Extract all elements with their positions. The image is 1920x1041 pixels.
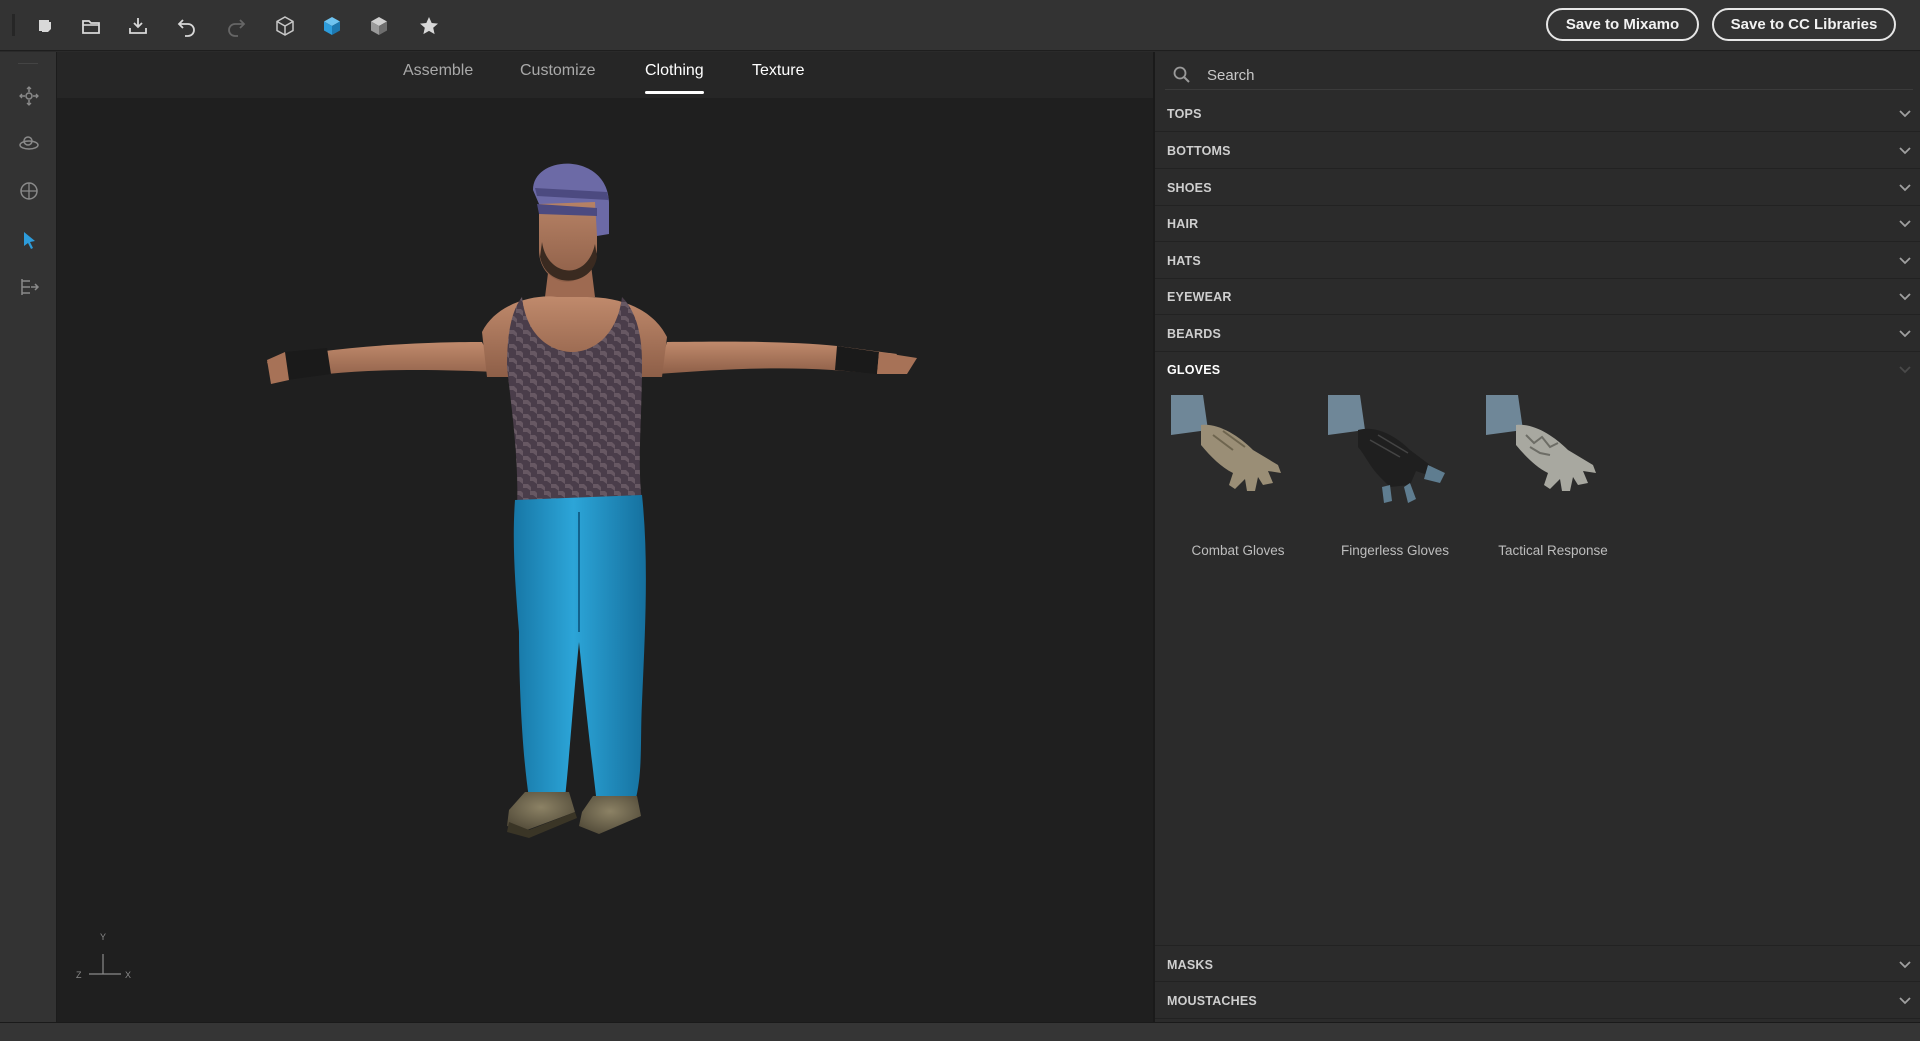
shaded-cube-icon[interactable] (364, 11, 394, 41)
toolbar-grip (12, 14, 15, 36)
axis-y-label: Y (100, 932, 107, 942)
category-label: HAIR (1167, 217, 1199, 231)
new-icon[interactable] (30, 11, 60, 41)
left-tool-rail (0, 52, 57, 1022)
axis-z-label: Z (76, 970, 82, 980)
category-bottoms[interactable]: BOTTOMS (1155, 132, 1920, 169)
tactical-response-thumbnail (1486, 395, 1596, 491)
orbit-icon[interactable] (14, 128, 44, 158)
category-label: SHOES (1167, 181, 1212, 195)
chevron-down-icon (1899, 110, 1911, 118)
category-gloves[interactable]: GLOVES (1155, 351, 1920, 388)
category-eyewear[interactable]: EYEWEAR (1155, 278, 1920, 315)
category-hair[interactable]: HAIR (1155, 205, 1920, 242)
glove-label: Tactical Response (1498, 543, 1608, 558)
target-icon[interactable] (14, 176, 44, 206)
export-arrow-icon[interactable] (14, 272, 44, 302)
wireframe-cube-icon[interactable] (270, 11, 300, 41)
category-tops[interactable]: TOPS (1155, 95, 1920, 132)
category-moustaches[interactable]: MOUSTACHES (1155, 982, 1920, 1019)
solid-cube-icon[interactable] (317, 11, 347, 41)
category-label: EYEWEAR (1167, 290, 1232, 304)
save-to-mixamo-button[interactable]: Save to Mixamo (1546, 8, 1699, 41)
chevron-down-icon (1899, 257, 1911, 265)
undo-icon[interactable] (172, 11, 202, 41)
redo-icon[interactable] (221, 11, 251, 41)
chevron-down-icon (1899, 220, 1911, 228)
clothing-panel: TOPS BOTTOMS SHOES HAIR HATS EYEWEAR BEA… (1153, 52, 1920, 1022)
glove-item-fingerless[interactable]: Fingerless Gloves (1320, 395, 1470, 565)
3d-viewport[interactable]: Assemble Customize Clothing Texture Y Z … (57, 52, 1153, 1022)
category-masks[interactable]: MASKS (1155, 945, 1920, 982)
glove-item-combat[interactable]: Combat Gloves (1163, 395, 1313, 565)
tab-texture[interactable]: Texture (752, 62, 804, 94)
category-label: GLOVES (1167, 363, 1221, 377)
tab-customize[interactable]: Customize (520, 62, 596, 94)
chevron-down-icon (1899, 366, 1911, 374)
category-label: BOTTOMS (1167, 144, 1231, 158)
chevron-down-icon (1899, 961, 1911, 969)
star-icon[interactable] (414, 11, 444, 41)
glove-label: Fingerless Gloves (1340, 543, 1450, 558)
category-label: TOPS (1167, 107, 1202, 121)
chevron-down-icon (1899, 293, 1911, 301)
category-shoes[interactable]: SHOES (1155, 169, 1920, 206)
export-icon[interactable] (123, 11, 153, 41)
axis-x-label: X (125, 970, 132, 980)
top-toolbar: Save to Mixamo Save to CC Libraries (0, 0, 1920, 51)
category-label: MOUSTACHES (1167, 994, 1257, 1008)
category-hats[interactable]: HATS (1155, 242, 1920, 279)
axis-lines (89, 954, 121, 975)
open-folder-icon[interactable] (76, 11, 106, 41)
status-bar (0, 1022, 1920, 1041)
glove-item-tactical-response[interactable]: Tactical Response (1478, 395, 1628, 565)
category-beards[interactable]: BEARDS (1155, 315, 1920, 352)
active-tab-underline (645, 91, 704, 94)
search-bar (1165, 60, 1913, 90)
axis-gizmo: Y Z X (75, 922, 145, 982)
select-pointer-icon[interactable] (14, 225, 44, 255)
chevron-down-icon (1899, 147, 1911, 155)
category-label: BEARDS (1167, 327, 1221, 341)
glove-label: Combat Gloves (1191, 543, 1285, 558)
rail-divider (18, 63, 38, 64)
category-label: MASKS (1167, 958, 1214, 972)
search-input[interactable] (1205, 63, 1885, 87)
move-icon[interactable] (14, 81, 44, 111)
save-to-cc-libraries-button[interactable]: Save to CC Libraries (1712, 8, 1896, 41)
tab-clothing[interactable]: Clothing (645, 62, 704, 94)
fingerless-gloves-thumbnail (1328, 395, 1445, 503)
combat-gloves-thumbnail (1171, 395, 1281, 491)
tab-assemble[interactable]: Assemble (403, 62, 473, 94)
character-model[interactable] (257, 162, 1037, 1022)
chevron-down-icon (1899, 997, 1911, 1005)
search-icon (1173, 66, 1190, 83)
chevron-down-icon (1899, 184, 1911, 192)
category-label: HATS (1167, 254, 1201, 268)
chevron-down-icon (1899, 330, 1911, 338)
mode-tabs: Assemble Customize Clothing Texture (57, 52, 1153, 98)
